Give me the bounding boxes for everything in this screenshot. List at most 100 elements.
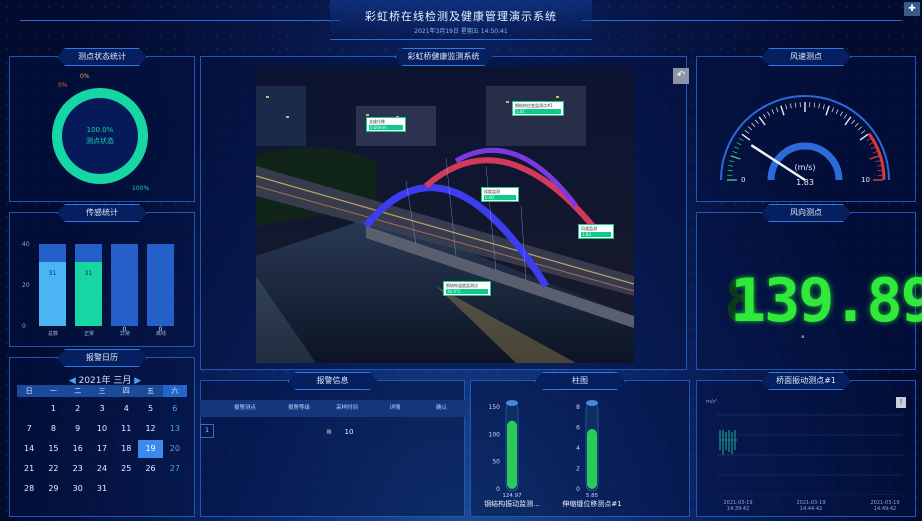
- calendar-day[interactable]: 23: [66, 460, 90, 478]
- tube-caption: 5.85: [586, 493, 599, 499]
- calendar-day[interactable]: 2: [66, 400, 90, 418]
- calendar-day[interactable]: 14: [17, 440, 41, 458]
- sensor-tag-name: 风速监测: [581, 226, 597, 231]
- calendar-day[interactable]: 13: [163, 420, 187, 438]
- alarm-table-header: 报警测点 报警等级 采样时间 详情 确认: [200, 400, 465, 417]
- gauge-value: 1.83: [796, 178, 814, 187]
- tube-fill: [587, 429, 597, 489]
- gauge-tick: [866, 137, 872, 142]
- calendar-weekday: 一: [41, 385, 66, 397]
- header: 彩虹桥在线检测及健康管理演示系统 2021年3月19日 星期五 14:50:41…: [0, 0, 922, 44]
- calendar-day[interactable]: 7: [17, 420, 41, 438]
- info-button[interactable]: !: [896, 397, 906, 408]
- sensor-tag-deflection[interactable]: 挠度监测 0.00: [481, 187, 519, 202]
- gauge-tick: [780, 105, 785, 116]
- calendar-day[interactable]: 19: [138, 440, 163, 458]
- sensor-bar-value: 31: [48, 270, 57, 278]
- sensor-tag-strain[interactable]: 钢结构应变监测点#1 1.01: [512, 101, 564, 116]
- calendar-weekday: 五: [138, 385, 163, 397]
- vibration-chart: [717, 414, 902, 495]
- gauge-tick: [861, 130, 866, 134]
- gauge-tick: [744, 130, 749, 134]
- calendar-empty: [17, 400, 41, 418]
- calendar-week: 28 29 30 31: [17, 480, 187, 500]
- table-row[interactable]: 1 ▦ 10: [200, 424, 465, 440]
- back-button[interactable]: ↶: [673, 68, 689, 84]
- calendar-day[interactable]: 21: [17, 460, 41, 478]
- calendar-day[interactable]: 20: [163, 440, 187, 458]
- calendar-day[interactable]: 6: [163, 400, 187, 418]
- alarm-col-level: 报警等级: [287, 405, 310, 411]
- sensor-bar-category: 总数: [47, 331, 58, 337]
- alarm-col-confirm: 确认: [435, 405, 447, 411]
- calendar-day[interactable]: 22: [41, 460, 65, 478]
- calendar-day[interactable]: 8: [41, 420, 65, 438]
- gauge-tick: [869, 155, 880, 160]
- monitor-panel-title: 彩虹桥健康监测系统: [395, 48, 493, 66]
- gauge-tick: [835, 109, 839, 115]
- calendar-day[interactable]: 15: [41, 440, 65, 458]
- calendar-day[interactable]: 16: [66, 440, 90, 458]
- calendar-empty: [138, 480, 162, 498]
- column-panel-title: 柱图: [535, 372, 625, 390]
- sensor-tag-temperature[interactable]: 钢结构温度监测点 16.9°C: [443, 281, 491, 296]
- calendar-day[interactable]: 25: [114, 460, 138, 478]
- calendar-day[interactable]: 4: [114, 400, 138, 418]
- gauge-tick: [755, 119, 759, 124]
- bridge-night-photo: [256, 66, 634, 363]
- vibration-time-1: 2021-03-19 14:44:42: [796, 500, 826, 512]
- tube-chart: 150100500124.97钢结构振动监测...864205.85伸缩缝位移测…: [484, 400, 622, 508]
- calendar-day[interactable]: 28: [17, 480, 41, 498]
- sensor-tag-name: 支座位移: [369, 119, 385, 124]
- calendar-day[interactable]: 31: [90, 480, 114, 498]
- tube-tick: 0: [576, 486, 580, 493]
- gauge-tick: [818, 103, 820, 109]
- calendar-day[interactable]: 9: [66, 420, 90, 438]
- sensor-tag-wind[interactable]: 风速监测 1.83: [578, 224, 614, 239]
- sensor-tag-value: 16.9°C: [446, 289, 488, 294]
- wind-dir-unit: °: [801, 335, 805, 343]
- wind-speed-gauge: 0 10 (m/s) 1.83: [720, 95, 890, 187]
- calendar-day[interactable]: 1: [41, 400, 65, 418]
- sensor-tag-value: 1.83: [581, 232, 611, 237]
- gauge-tick: [732, 150, 738, 154]
- sensor-bar[interactable]: 0: [147, 244, 174, 333]
- calendar-day[interactable]: 10: [90, 420, 114, 438]
- gauge-tick: [857, 126, 863, 131]
- filter-icon[interactable]: ▦: [324, 424, 334, 440]
- calendar-day[interactable]: 12: [138, 420, 162, 438]
- calendar-day[interactable]: 24: [90, 460, 114, 478]
- vibration-panel-title: 桥面振动测点#1: [761, 372, 851, 390]
- sensor-bar[interactable]: 31: [39, 244, 66, 326]
- wind-dir-panel-title: 风向测点: [761, 204, 851, 222]
- calendar-day[interactable]: 11: [114, 420, 138, 438]
- sensor-bar-value: 31: [84, 270, 93, 278]
- tube-tick: 4: [576, 445, 580, 452]
- calendar-day[interactable]: 29: [41, 480, 65, 498]
- sensor-bar[interactable]: 31: [75, 244, 102, 326]
- calendar-day[interactable]: 5: [138, 400, 162, 418]
- gauge-tick: [747, 126, 753, 131]
- gauge-tick: [875, 160, 881, 163]
- calendar-day[interactable]: 18: [114, 440, 138, 458]
- sensor-bar[interactable]: 0: [111, 244, 138, 333]
- gauge-tick: [729, 160, 735, 163]
- sensor-tag-bearing[interactable]: 支座位移 0.00mm: [366, 117, 406, 132]
- calendar-day[interactable]: 26: [138, 460, 162, 478]
- calendar-weekday: 六: [162, 385, 187, 397]
- calendar-day[interactable]: 27: [163, 460, 187, 478]
- calendar-day[interactable]: 3: [90, 400, 114, 418]
- sensor-tag-value: 0.00: [484, 195, 516, 200]
- alarm-col-check[interactable]: [200, 400, 214, 417]
- calendar-day[interactable]: 30: [66, 480, 90, 498]
- fullscreen-button[interactable]: ✚: [904, 2, 920, 16]
- sensor-y-tick: 40: [22, 241, 30, 248]
- calendar-day[interactable]: 17: [90, 440, 114, 458]
- alarm-col-detail: 详情: [389, 405, 401, 411]
- alarm-row-cell: [214, 424, 324, 440]
- sensor-tag-name: 钢结构应变监测点#1: [515, 103, 553, 108]
- gauge-tick: [843, 113, 848, 119]
- sensor-bar-category: 正常: [83, 331, 94, 337]
- tube-tick: 2: [576, 466, 580, 473]
- sensor-tag-name: 钢结构温度监测点: [446, 283, 478, 288]
